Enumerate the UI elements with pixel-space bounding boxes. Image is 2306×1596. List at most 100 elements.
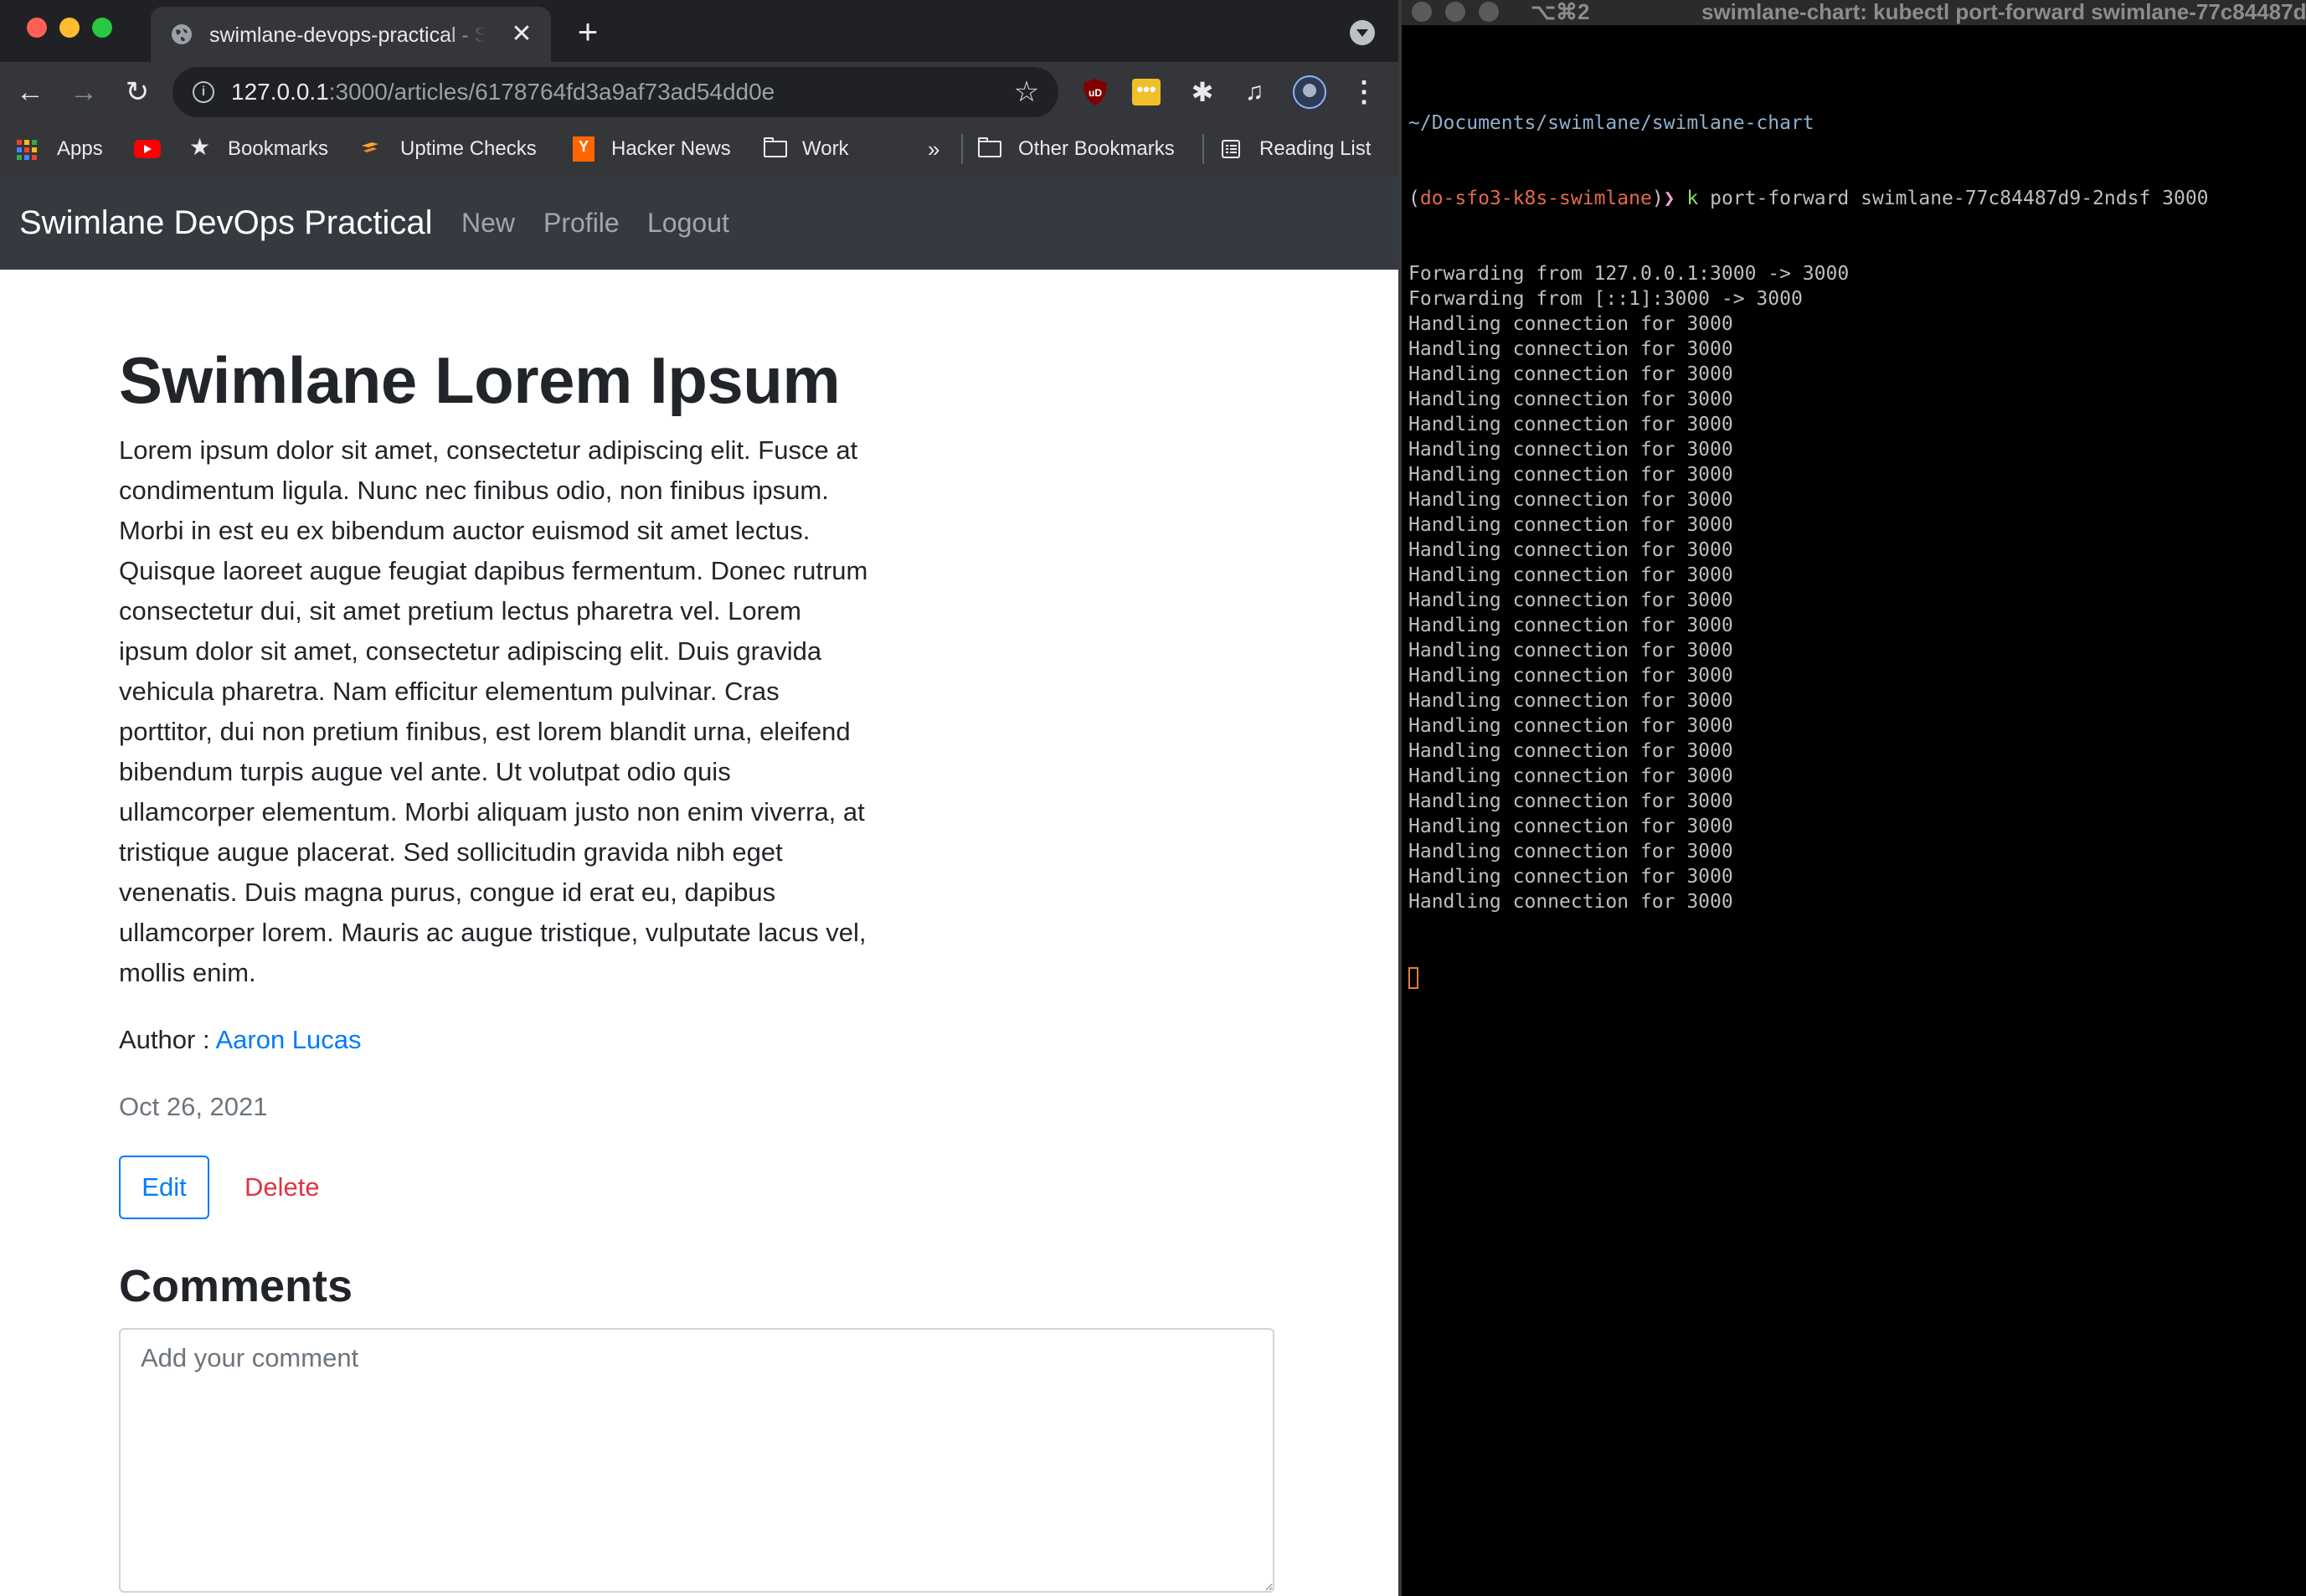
- forward-arrow-icon[interactable]: →: [67, 75, 100, 109]
- url-host: 127.0.0.1: [231, 79, 329, 105]
- terminal-cwd: ~/Documents/swimlane/swimlane-chart: [1408, 112, 1814, 134]
- terminal-output-line: Handling connection for 3000: [1408, 464, 1733, 486]
- terminal-minimize-button[interactable]: [1445, 2, 1465, 22]
- nav-logout-link[interactable]: Logout: [647, 206, 729, 239]
- nav-profile-link[interactable]: Profile: [543, 206, 620, 239]
- extension-icon[interactable]: •••: [1132, 79, 1161, 106]
- terminal-output-line: Handling connection for 3000: [1408, 740, 1733, 762]
- bookmark-hacker-news-label: Hacker News: [611, 137, 731, 160]
- media-control-icon[interactable]: ♫: [1239, 77, 1269, 107]
- prompt-paren-open: (: [1408, 188, 1420, 209]
- bookmark-bookmarks-label: Bookmarks: [228, 137, 329, 160]
- browser-tab[interactable]: swimlane-devops-practical - Swimlane ✕: [151, 7, 551, 62]
- tab-search-icon[interactable]: [1350, 20, 1375, 45]
- site-brand-link[interactable]: Swimlane DevOps Practical: [19, 203, 433, 243]
- uptime-logo-icon: [362, 142, 378, 152]
- browser-window: swimlane-devops-practical - Swimlane ✕ +…: [0, 0, 1398, 1596]
- ublock-shield-icon[interactable]: uD: [1080, 77, 1110, 107]
- terminal-output-line: Handling connection for 3000: [1408, 564, 1733, 586]
- folder-icon: [764, 137, 787, 157]
- bookmark-work[interactable]: Work: [764, 134, 864, 164]
- comment-textarea[interactable]: [119, 1328, 1274, 1593]
- kube-context: do-sfo3-k8s-swimlane: [1419, 188, 1652, 209]
- hacker-news-icon: Y: [573, 136, 595, 162]
- tab-title: swimlane-devops-practical - Swimlane: [209, 23, 486, 47]
- terminal-maximize-button[interactable]: [1479, 2, 1499, 22]
- reading-list-button[interactable]: Reading List: [1221, 134, 1388, 164]
- back-arrow-icon[interactable]: ←: [13, 75, 47, 109]
- edit-button[interactable]: Edit: [119, 1156, 209, 1219]
- bookmark-hacker-news[interactable]: Y Hacker News: [573, 134, 740, 164]
- bookmarks-bar: Apps ★ Bookmarks Uptime Checks Y Hacker …: [0, 122, 1398, 176]
- terminal-output-line: Handling connection for 3000: [1408, 866, 1733, 888]
- bookmark-other[interactable]: Other Bookmarks: [978, 134, 1187, 164]
- terminal-output-line: Handling connection for 3000: [1408, 891, 1733, 913]
- article-date: Oct 26, 2021: [119, 1092, 268, 1121]
- terminal-output-line: Forwarding from 127.0.0.1:3000 -> 3000: [1408, 263, 1850, 285]
- youtube-icon: [134, 140, 161, 158]
- terminal-output-line: Handling connection for 3000: [1408, 363, 1733, 385]
- terminal-output-line: Handling connection for 3000: [1408, 765, 1733, 787]
- tab-close-icon[interactable]: ✕: [509, 22, 534, 47]
- command-args: port-forward swimlane-77c84487d9-2ndsf 3…: [1698, 188, 2209, 209]
- author-link[interactable]: Aaron Lucas: [215, 1025, 361, 1054]
- site-navbar: Swimlane DevOps Practical New Profile Lo…: [0, 176, 1398, 270]
- nav-new-link[interactable]: New: [461, 206, 515, 239]
- info-icon[interactable]: i: [193, 81, 214, 103]
- window-close-button[interactable]: [27, 18, 47, 38]
- bookmarks-separator: [961, 134, 963, 164]
- terminal-close-button[interactable]: [1412, 2, 1432, 22]
- terminal-output-line: Handling connection for 3000: [1408, 715, 1733, 737]
- profile-avatar[interactable]: [1293, 75, 1326, 109]
- bookmark-other-label: Other Bookmarks: [1018, 137, 1175, 160]
- author-label: Author :: [119, 1025, 216, 1054]
- bookmark-youtube[interactable]: [134, 134, 167, 164]
- terminal-cursor: [1408, 966, 1418, 989]
- bookmark-star-icon[interactable]: ☆: [1010, 75, 1043, 109]
- bookmark-apps-label: Apps: [57, 137, 103, 160]
- terminal-output-line: Handling connection for 3000: [1408, 816, 1733, 837]
- apps-grid-icon: [17, 140, 37, 160]
- window-maximize-button[interactable]: [92, 18, 112, 38]
- terminal-title: swimlane-chart: kubectl port-forward swi…: [1701, 0, 2306, 24]
- command-name: k: [1686, 188, 1699, 209]
- terminal-output-line: Handling connection for 3000: [1408, 690, 1733, 712]
- terminal-output-line: Forwarding from [::1]:3000 -> 3000: [1408, 288, 1803, 310]
- terminal-output-line: Handling connection for 3000: [1408, 338, 1733, 360]
- terminal-output-line: Handling connection for 3000: [1408, 439, 1733, 461]
- bookmark-uptime-checks[interactable]: Uptime Checks: [360, 134, 561, 164]
- terminal-output-line: Handling connection for 3000: [1408, 389, 1733, 410]
- terminal-output-line: Handling connection for 3000: [1408, 841, 1733, 862]
- comments-heading: Comments: [119, 1261, 353, 1311]
- terminal-output[interactable]: ~/Documents/swimlane/swimlane-chart (do-…: [1408, 60, 2304, 1040]
- ublock-label: uD: [1089, 87, 1102, 99]
- new-tab-button[interactable]: +: [573, 14, 603, 49]
- article-title: Swimlane Lorem Ipsum: [119, 343, 841, 417]
- reading-list-icon: [1222, 140, 1240, 158]
- terminal-shortcut: ⌥⌘2: [1531, 0, 1590, 24]
- terminal-output-line: Handling connection for 3000: [1408, 514, 1733, 536]
- delete-button[interactable]: Delete: [244, 1156, 320, 1219]
- tab-strip: swimlane-devops-practical - Swimlane ✕ +: [0, 0, 1398, 62]
- kebab-menu-icon[interactable]: ⋮: [1350, 75, 1378, 109]
- address-bar[interactable]: i 127.0.0.1:3000/articles/6178764fd3a9af…: [172, 67, 1058, 117]
- url-text[interactable]: 127.0.0.1:3000/articles/6178764fd3a9af73…: [231, 79, 775, 106]
- reading-list-label: Reading List: [1259, 137, 1372, 160]
- extensions-puzzle-icon[interactable]: ✱: [1187, 77, 1217, 107]
- terminal-titlebar: ⌥⌘2 swimlane-chart: kubectl port-forward…: [1402, 0, 2306, 25]
- terminal-output-line: Handling connection for 3000: [1408, 615, 1733, 636]
- terminal-output-line: Handling connection for 3000: [1408, 640, 1733, 662]
- terminal-prompt-line: (do-sfo3-k8s-swimlane)❯ k port-forward s…: [1408, 186, 2304, 211]
- bookmark-bookmarks[interactable]: ★ Bookmarks: [189, 134, 340, 164]
- terminal-output-line: Handling connection for 3000: [1408, 790, 1733, 812]
- reload-icon[interactable]: ↻: [121, 75, 154, 109]
- bookmarks-overflow-button[interactable]: »: [928, 134, 945, 164]
- window-minimize-button[interactable]: [59, 18, 80, 38]
- url-path: :3000/articles/6178764fd3a9af73ad54dd0e: [328, 79, 775, 105]
- author-line: Author : Aaron Lucas: [119, 1020, 362, 1060]
- terminal-cursor-line: [1408, 965, 2304, 990]
- bookmarks-separator: [1202, 134, 1204, 164]
- bookmark-apps[interactable]: Apps: [17, 134, 109, 164]
- terminal-output-line: Handling connection for 3000: [1408, 665, 1733, 687]
- terminal-output-line: Handling connection for 3000: [1408, 539, 1733, 561]
